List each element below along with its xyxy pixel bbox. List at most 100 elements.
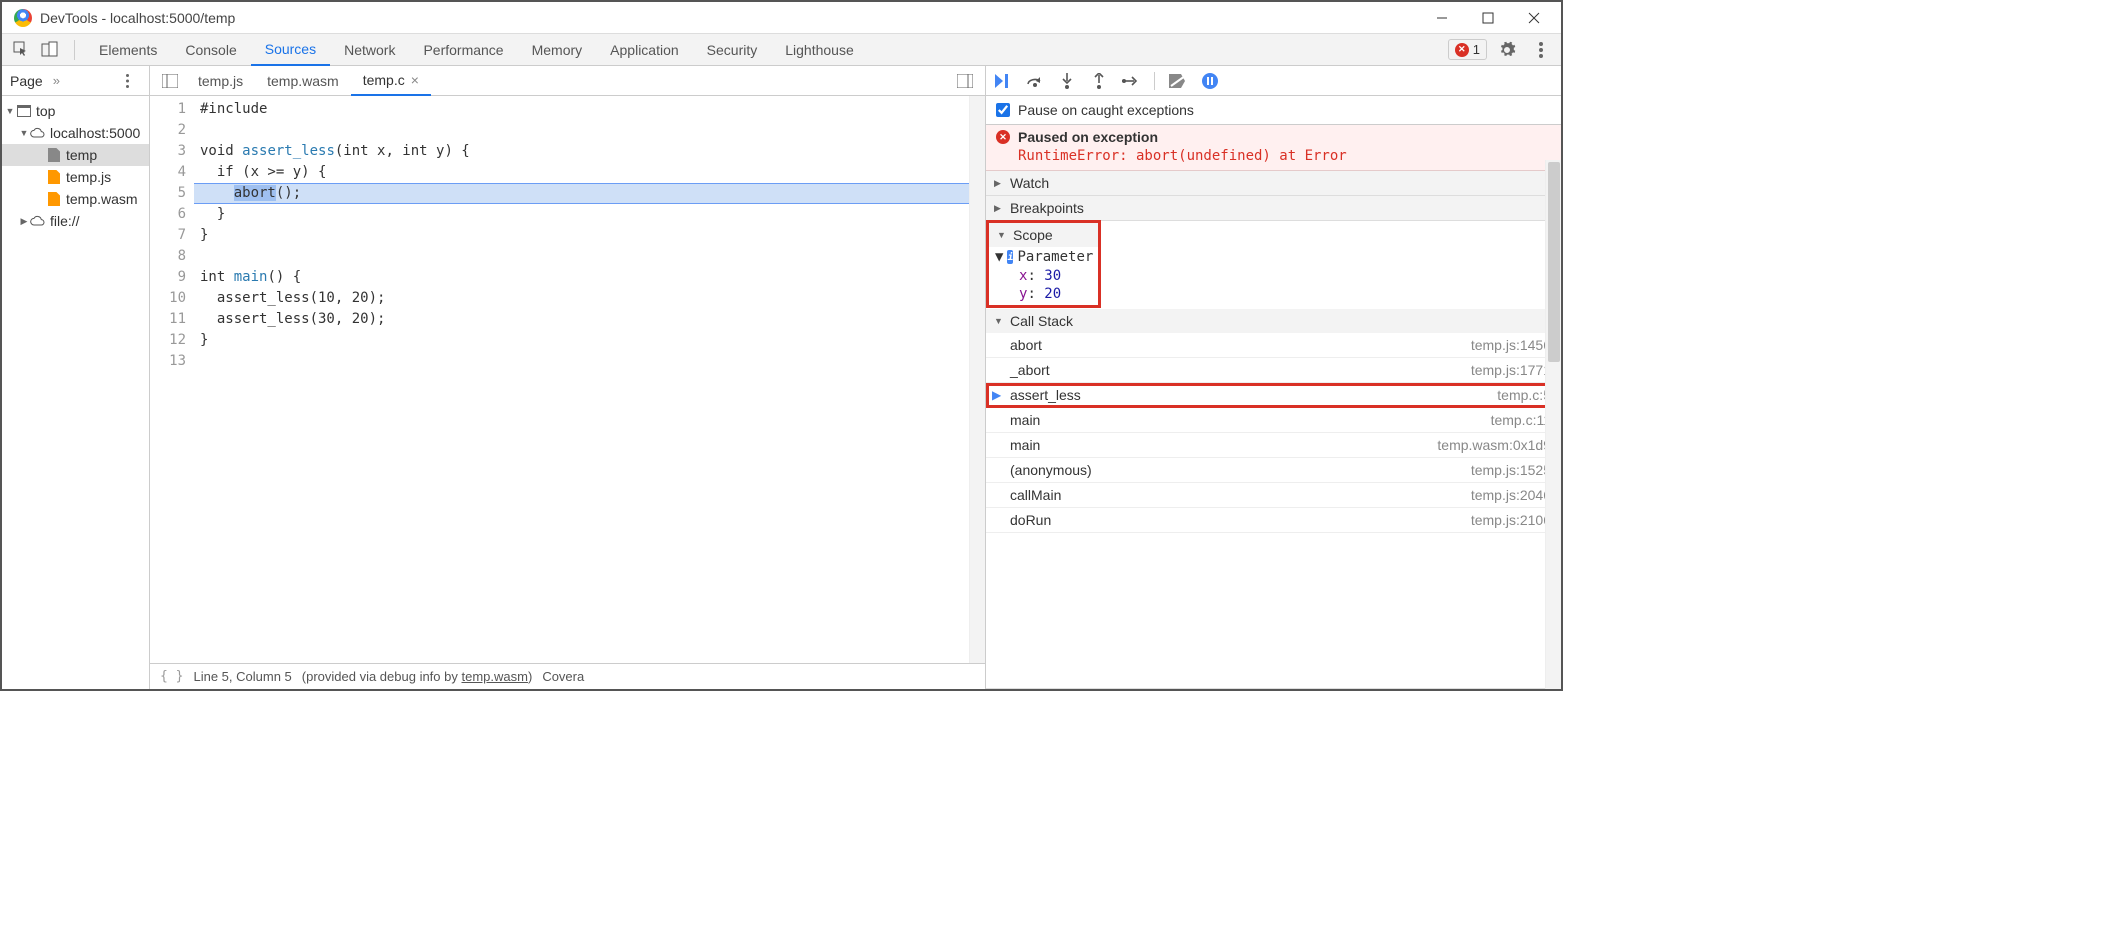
maximize-button[interactable]	[1465, 3, 1511, 33]
debugger-content: Pause on caught exceptions Paused on exc…	[986, 96, 1561, 689]
kebab-menu-icon[interactable]	[1529, 38, 1553, 62]
stack-frame[interactable]: doRuntemp.js:2106	[986, 508, 1561, 533]
stack-frame[interactable]: maintemp.wasm:0x1d9	[986, 433, 1561, 458]
editor-tab-temp-js[interactable]: temp.js	[186, 66, 255, 96]
stack-location[interactable]: temp.c:11	[1491, 412, 1551, 428]
tab-sources[interactable]: Sources	[251, 34, 330, 66]
tree-file-tempjs[interactable]: temp.js	[2, 166, 149, 188]
navigator-more-icon[interactable]: »	[53, 73, 60, 88]
stack-location[interactable]: temp.js:2046	[1471, 487, 1551, 503]
code-line-6[interactable]: }	[194, 204, 985, 225]
stack-frame[interactable]: (anonymous)temp.js:1525	[986, 458, 1561, 483]
stack-location[interactable]: temp.js:1771	[1471, 362, 1551, 378]
watch-section: ▶Watch	[986, 171, 1561, 196]
tab-performance[interactable]: Performance	[409, 34, 517, 66]
error-count-badge[interactable]: 1	[1448, 39, 1487, 60]
tab-network[interactable]: Network	[330, 34, 409, 66]
pause-on-caught-checkbox[interactable]	[996, 103, 1010, 117]
error-icon	[1455, 43, 1469, 57]
resume-icon[interactable]	[994, 72, 1012, 90]
stack-frame[interactable]: _aborttemp.js:1771	[986, 358, 1561, 383]
tab-security[interactable]: Security	[693, 34, 772, 66]
scope-var-x[interactable]: x: 30	[989, 267, 1098, 285]
stack-frame[interactable]: aborttemp.js:1456	[986, 333, 1561, 358]
editor-tab-temp-c[interactable]: temp.c×	[351, 66, 431, 96]
pause-on-caught-row: Pause on caught exceptions	[986, 96, 1561, 125]
stack-location[interactable]: temp.js:2106	[1471, 512, 1551, 528]
tree-origin[interactable]: localhost:5000	[2, 122, 149, 144]
scope-header[interactable]: ▼Scope	[989, 223, 1098, 247]
editor-statusbar: { } Line 5, Column 5 (provided via debug…	[150, 663, 985, 689]
settings-icon[interactable]	[1495, 38, 1519, 62]
stack-location[interactable]: temp.js:1456	[1471, 337, 1551, 353]
stack-frame[interactable]: callMaintemp.js:2046	[986, 483, 1561, 508]
close-button[interactable]	[1511, 3, 1557, 33]
code-line-9[interactable]: int main() {	[194, 267, 985, 288]
stack-location[interactable]: temp.wasm:0x1d9	[1437, 437, 1551, 453]
stack-fn: main	[1010, 412, 1040, 428]
tree-file-temp[interactable]: temp	[2, 144, 149, 166]
code-line-13[interactable]	[194, 351, 985, 372]
minimize-button[interactable]	[1419, 3, 1465, 33]
scope-var-y[interactable]: y: 20	[989, 285, 1098, 303]
code-line-2[interactable]	[194, 120, 985, 141]
pause-on-exceptions-icon[interactable]	[1201, 72, 1219, 90]
wasm-file-icon	[48, 192, 60, 206]
tab-console[interactable]: Console	[171, 34, 250, 66]
code-line-3[interactable]: void assert_less(int x, int y) {	[194, 141, 985, 162]
separator	[74, 40, 75, 60]
tree-file-scheme[interactable]: file://	[2, 210, 149, 232]
step-icon[interactable]	[1122, 72, 1140, 90]
stack-location[interactable]: temp.js:1525	[1471, 462, 1551, 478]
editor-tab-temp-wasm[interactable]: temp.wasm	[255, 66, 351, 96]
tab-elements[interactable]: Elements	[85, 34, 171, 66]
toggle-debugger-icon[interactable]	[953, 69, 977, 93]
code-line-4[interactable]: if (x >= y) {	[194, 162, 985, 183]
editor-pane: temp.jstemp.wasmtemp.c× 1234567891011121…	[150, 66, 986, 689]
window-title: DevTools - localhost:5000/temp	[40, 10, 1419, 26]
step-out-icon[interactable]	[1090, 72, 1108, 90]
code-content[interactable]: #include void assert_less(int x, int y) …	[194, 96, 985, 663]
close-tab-icon[interactable]: ×	[411, 72, 419, 88]
code-line-8[interactable]	[194, 246, 985, 267]
stack-frame[interactable]: ▶assert_lesstemp.c:5	[986, 383, 1561, 408]
toggle-navigator-icon[interactable]	[158, 69, 182, 93]
code-line-11[interactable]: assert_less(30, 20);	[194, 309, 985, 330]
code-line-10[interactable]: assert_less(10, 20);	[194, 288, 985, 309]
deactivate-breakpoints-icon[interactable]	[1169, 72, 1187, 90]
code-area[interactable]: 12345678910111213 #include void assert_l…	[150, 96, 985, 663]
debugger-toolbar	[986, 66, 1561, 96]
breakpoints-section: ▶Breakpoints	[986, 196, 1561, 221]
debugger-scrollbar[interactable]	[1545, 160, 1561, 689]
stack-location[interactable]: temp.c:5	[1497, 387, 1551, 403]
callstack-header[interactable]: ▼Call Stack	[986, 309, 1561, 333]
code-line-1[interactable]: #include	[194, 99, 985, 120]
debug-info-link[interactable]: temp.wasm	[462, 669, 528, 684]
navigator-menu-icon[interactable]	[115, 69, 139, 93]
window-controls	[1419, 3, 1557, 33]
code-line-7[interactable]: }	[194, 225, 985, 246]
step-over-icon[interactable]	[1026, 72, 1044, 90]
inspect-element-icon[interactable]	[10, 38, 34, 62]
device-toolbar-icon[interactable]	[38, 38, 62, 62]
tree-top-frame[interactable]: top	[2, 100, 149, 122]
tab-lighthouse[interactable]: Lighthouse	[771, 34, 868, 66]
file-tree: top localhost:5000 temp temp.js t	[2, 96, 149, 236]
tab-memory[interactable]: Memory	[518, 34, 597, 66]
scope-parameter-group[interactable]: ▼ i Parameter	[989, 247, 1098, 267]
watch-header[interactable]: ▶Watch	[986, 171, 1561, 195]
debug-info-source: (provided via debug info by temp.wasm)	[302, 669, 533, 684]
tab-application[interactable]: Application	[596, 34, 693, 66]
navigator-pane-label[interactable]: Page	[10, 73, 43, 89]
pretty-print-icon[interactable]: { }	[160, 669, 183, 684]
step-into-icon[interactable]	[1058, 72, 1076, 90]
tree-file-tempwasm[interactable]: temp.wasm	[2, 188, 149, 210]
breakpoints-header[interactable]: ▶Breakpoints	[986, 196, 1561, 220]
current-frame-icon: ▶	[992, 388, 1001, 402]
editor-scrollbar[interactable]	[969, 96, 985, 663]
stack-frame[interactable]: main temp.c:11	[986, 408, 1561, 433]
js-file-icon	[48, 170, 60, 184]
code-line-12[interactable]: }	[194, 330, 985, 351]
sources-navigator: Page » top localhost:5000	[2, 66, 150, 689]
code-line-5[interactable]: abort();	[194, 183, 985, 204]
